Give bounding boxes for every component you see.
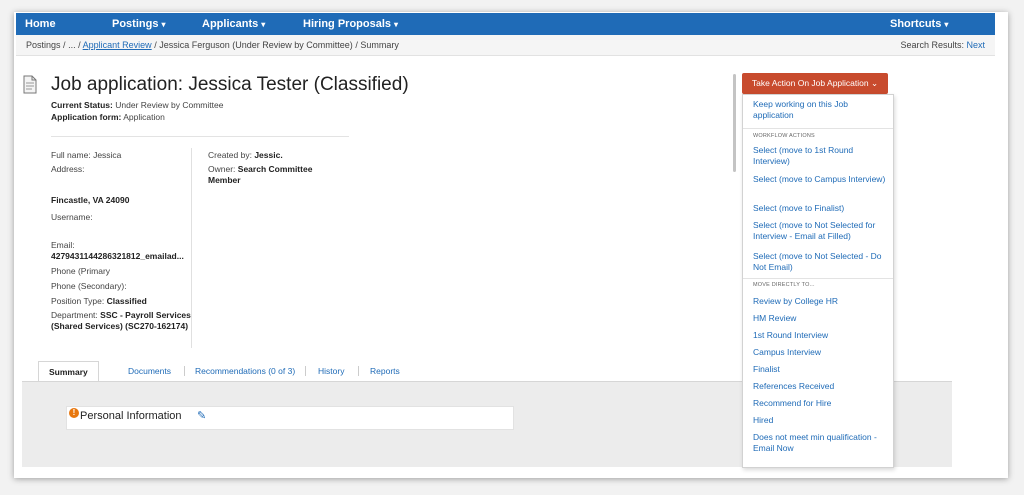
breadcrumb-separator: / <box>78 40 81 50</box>
take-action-menu: Keep working on this Job application WOR… <box>742 94 894 468</box>
menu-move-item[interactable]: Review by College HR <box>753 296 887 307</box>
menu-move-item[interactable]: Finalist <box>753 364 887 375</box>
personal-info-heading: Personal Information <box>80 410 182 422</box>
form-value: Application <box>123 112 165 122</box>
nav-hiring-proposals[interactable]: Hiring Proposals ▾ <box>303 13 398 35</box>
menu-move-item[interactable]: 1st Round Interview <box>753 330 887 341</box>
breadcrumb-separator: / <box>154 40 157 50</box>
owner-label: Owner: <box>208 164 236 174</box>
nav-home[interactable]: Home <box>25 13 56 35</box>
breadcrumb-applicant-review[interactable]: Applicant Review <box>83 40 152 50</box>
tab-summary[interactable]: Summary <box>38 361 99 382</box>
created-by-label: Created by: <box>208 150 252 160</box>
top-navbar: Home Postings ▾ Applicants ▾ Hiring Propos… <box>16 13 995 35</box>
menu-move-item[interactable]: References Received <box>753 381 887 392</box>
take-action-button[interactable]: Take Action On Job Application ⌄ <box>742 73 888 94</box>
position-type-row: Position Type: Classified <box>51 296 147 307</box>
full-name-value: Jessica <box>93 150 122 160</box>
menu-move-item[interactable]: HM Review <box>753 313 887 324</box>
username-label: Username: <box>51 212 93 222</box>
current-status: Current Status: Under Review by Committe… <box>51 100 223 110</box>
tab-documents[interactable]: Documents <box>128 361 171 381</box>
department-row: Department: SSC - Payroll Services (Shar… <box>51 310 191 332</box>
move-directly-heading: MOVE DIRECTLY TO... <box>753 282 815 288</box>
email-value: 4279431144286321812_emailad... <box>51 251 184 262</box>
email-text: 4279431144286321812_emailad... <box>51 251 184 261</box>
menu-workflow-item[interactable]: Select (move to 1st Round Interview) <box>753 145 887 167</box>
position-type-label: Position Type: <box>51 296 105 306</box>
search-results-label: Search Results: <box>900 40 964 50</box>
header-divider <box>51 136 349 137</box>
nav-postings[interactable]: Postings ▾ <box>112 13 165 35</box>
menu-workflow-item[interactable]: Select (move to Finalist) <box>753 203 887 214</box>
full-name-row: Full name: Jessica <box>51 150 121 161</box>
menu-workflow-item[interactable]: Select (move to Not Selected - Do Not Em… <box>753 251 887 273</box>
caret-down-icon: ▾ <box>261 20 266 29</box>
status-value: Under Review by Committee <box>115 100 224 110</box>
tab-separator <box>184 366 185 376</box>
created-by-row: Created by: Jessic. <box>208 150 283 161</box>
status-label: Current Status: <box>51 100 113 110</box>
take-action-label: Take Action On Job Application <box>751 78 869 88</box>
breadcrumb-ellipsis[interactable]: ... <box>68 40 76 50</box>
breadcrumb-applicant: Jessica Ferguson (Under Review by Commit… <box>159 40 353 50</box>
scrollbar[interactable] <box>733 74 736 172</box>
full-name-label: Full name: <box>51 150 91 160</box>
menu-workflow-item[interactable]: Select (move to Not Selected for Intervi… <box>753 220 887 242</box>
tab-recommendations[interactable]: Recommendations (0 of 3) <box>195 361 295 381</box>
tab-separator <box>305 366 306 376</box>
address-label: Address: <box>51 164 85 174</box>
position-type-value: Classified <box>106 296 147 306</box>
document-icon <box>23 75 37 94</box>
created-by-value: Jessic. <box>254 150 283 160</box>
breadcrumb-separator: / <box>355 40 358 50</box>
search-results-next-link[interactable]: Next <box>966 40 985 50</box>
nav-postings-label: Postings <box>112 18 159 30</box>
menu-keep-working[interactable]: Keep working on this Job application <box>753 99 887 121</box>
caret-down-icon: ▾ <box>394 20 399 29</box>
menu-move-item[interactable]: Campus Interview <box>753 347 887 358</box>
menu-workflow-item[interactable]: Select (move to Campus Interview) <box>753 174 887 185</box>
menu-move-item[interactable]: Does not meet min qualification - Email … <box>753 432 887 454</box>
menu-divider <box>743 278 893 279</box>
menu-move-item[interactable]: Hired <box>753 415 887 426</box>
email-label: Email: <box>51 240 75 250</box>
nav-shortcuts-label: Shortcuts <box>890 18 942 30</box>
phone-secondary-label: Phone (Secondary): <box>51 281 127 291</box>
column-divider <box>191 148 192 348</box>
address-city: Fincastle, VA 24090 <box>51 195 129 206</box>
caret-down-icon: ▾ <box>161 20 166 29</box>
nav-applicants[interactable]: Applicants ▾ <box>202 13 265 35</box>
tab-separator <box>358 366 359 376</box>
breadcrumb-bar: Postings / ... / Applicant Review / Jess… <box>16 35 995 56</box>
nav-shortcuts[interactable]: Shortcuts ▾ <box>890 13 948 35</box>
nav-applicants-label: Applicants <box>202 18 259 30</box>
tab-history[interactable]: History <box>318 361 344 381</box>
department-label: Department: <box>51 310 98 320</box>
breadcrumb-current: Summary <box>360 40 399 50</box>
breadcrumb-separator: / <box>63 40 66 50</box>
form-label: Application form: <box>51 112 122 122</box>
warning-icon: ! <box>69 408 79 418</box>
breadcrumb-postings: Postings <box>26 40 61 50</box>
page-title: Job application: Jessica Tester (Classif… <box>51 74 409 95</box>
owner-row: Owner: Search Committee Member <box>208 164 338 186</box>
address-city-value: Fincastle, VA 24090 <box>51 195 130 205</box>
nav-home-label: Home <box>25 18 56 30</box>
application-form: Application form: Application <box>51 112 165 122</box>
chevron-down-icon: ⌄ <box>870 78 879 88</box>
caret-down-icon: ▾ <box>944 20 949 29</box>
menu-move-item[interactable]: Recommend for Hire <box>753 398 887 409</box>
phone-primary-label: Phone (Primary <box>51 266 111 276</box>
menu-divider <box>743 128 893 129</box>
nav-hiring-proposals-label: Hiring Proposals <box>303 18 392 30</box>
pencil-edit-icon[interactable]: ✎ <box>197 409 206 422</box>
tab-reports[interactable]: Reports <box>370 361 400 381</box>
search-results: Search Results: Next <box>900 35 985 55</box>
breadcrumb: Postings / ... / Applicant Review / Jess… <box>26 35 399 55</box>
workflow-actions-heading: WORKFLOW ACTIONS <box>753 133 815 139</box>
